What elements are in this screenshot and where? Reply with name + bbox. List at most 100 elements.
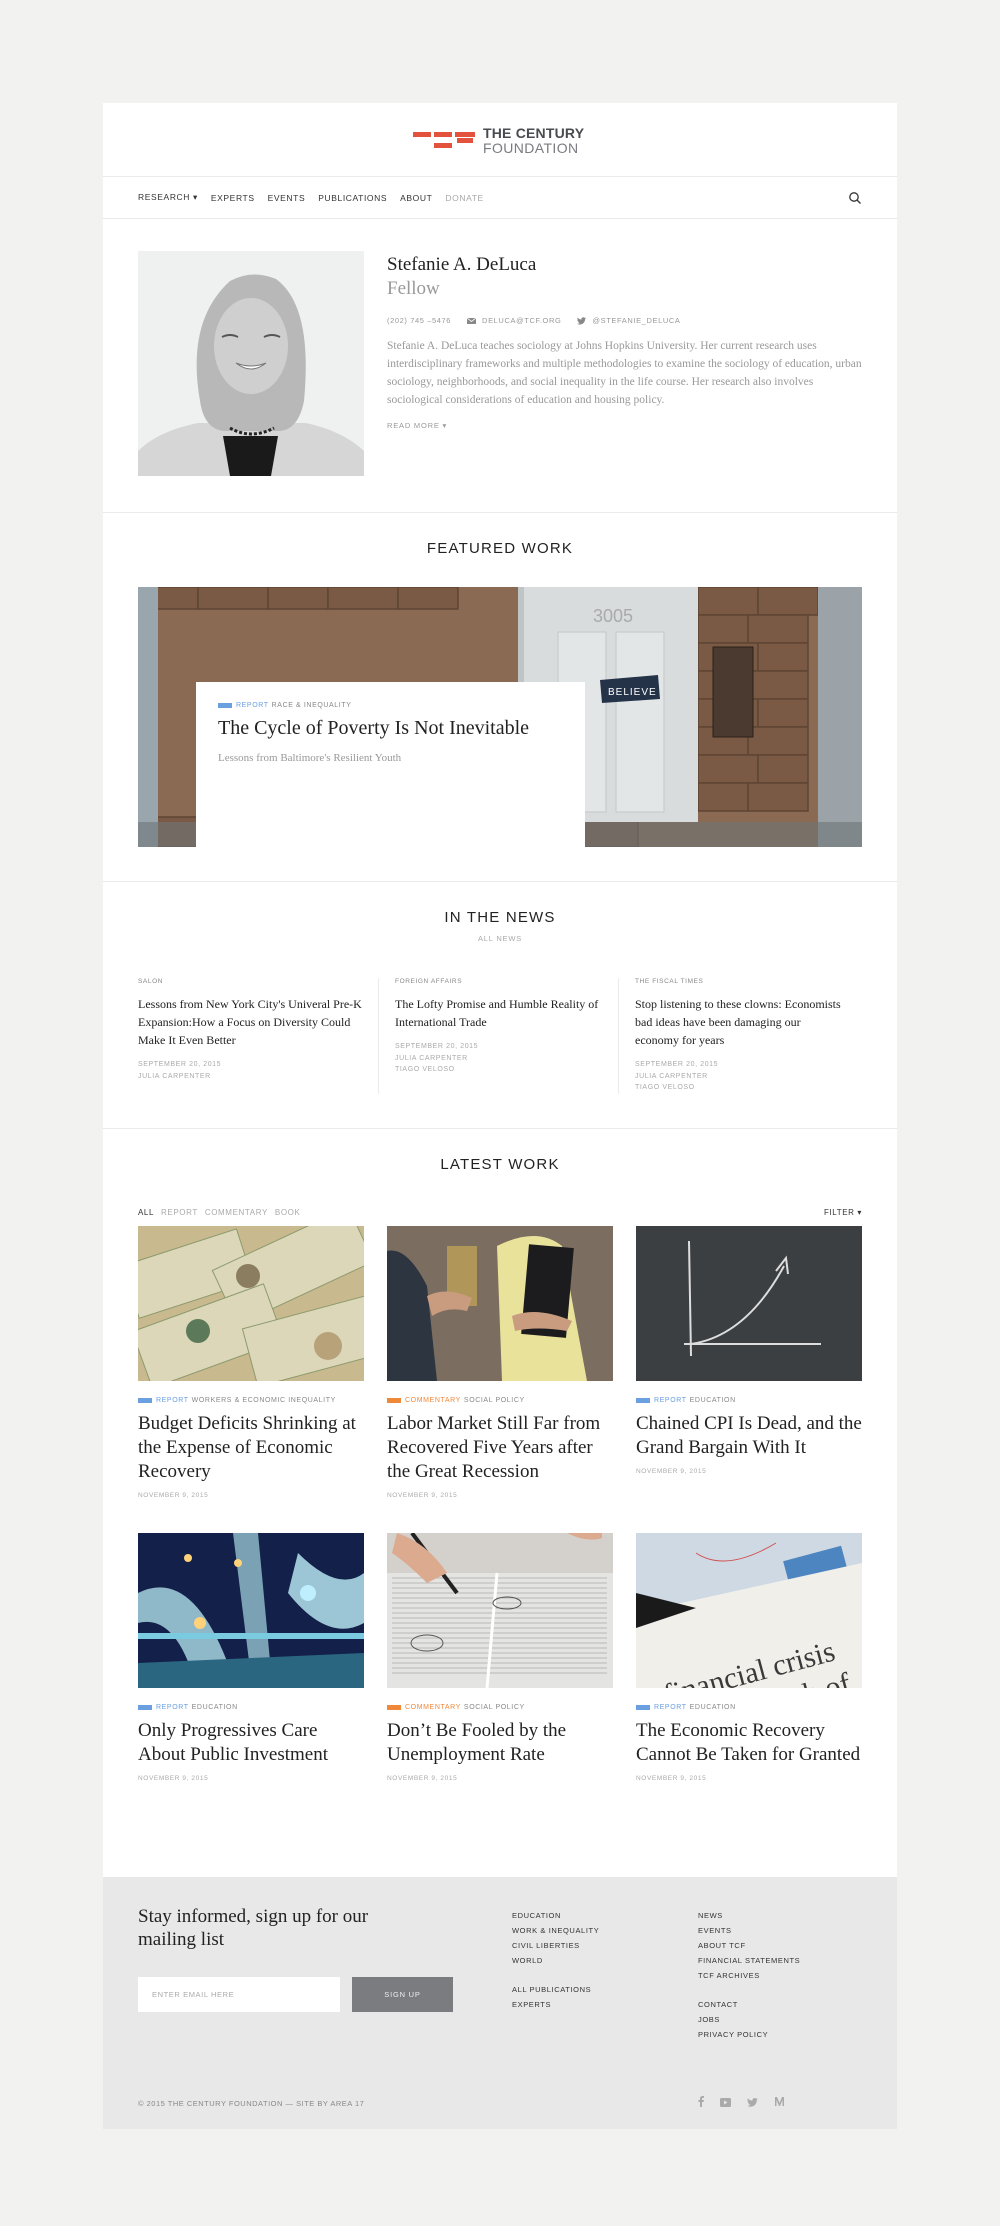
nav-research[interactable]: RESEARCH ▾ xyxy=(138,192,198,203)
footer-link[interactable]: PRIVACY POLICY xyxy=(698,2027,800,2042)
site-footer: Stay informed, sign up for our mailing l… xyxy=(103,1877,897,2129)
card-title[interactable]: Budget Deficits Shrinking at the Expense… xyxy=(138,1412,364,1484)
featured-tagline: REPORT RACE & INEQUALITY xyxy=(218,702,563,709)
news-title[interactable]: The Lofty Promise and Humble Reality of … xyxy=(395,995,602,1031)
nav-about[interactable]: ABOUT xyxy=(400,193,432,203)
search-icon[interactable] xyxy=(848,191,862,205)
card-tagline: REPORT EDUCATION xyxy=(138,1704,364,1711)
card-thumbnail[interactable] xyxy=(387,1533,613,1688)
publication-card[interactable]: financial crisisCrash of REPORTEDUCATION T… xyxy=(636,1533,862,1840)
footer-link[interactable]: WORK & INEQUALITY xyxy=(512,1923,599,1938)
card-thumbnail[interactable] xyxy=(138,1533,364,1688)
news-item[interactable]: THE FISCAL TIMES Stop listening to these… xyxy=(618,978,858,1094)
expert-bio: Stefanie A. DeLuca teaches sociology at … xyxy=(387,340,862,406)
footer-link[interactable]: EXPERTS xyxy=(512,1997,599,2012)
nav-donate[interactable]: DONATE xyxy=(445,193,483,203)
card-tagline: COMMENTARY SOCIAL POLICY xyxy=(387,1397,613,1404)
svg-text:3005: 3005 xyxy=(593,606,633,626)
card-title[interactable]: Chained CPI Is Dead, and the Grand Barga… xyxy=(636,1412,862,1460)
filter-tab-book[interactable]: BOOK xyxy=(275,1208,301,1217)
card-title[interactable]: Only Progressives Care About Public Inve… xyxy=(138,1719,364,1767)
all-news-link[interactable]: ALL NEWS xyxy=(103,934,897,943)
publication-card[interactable]: COMMENTARY SOCIAL POLICY Don’t Be Fooled b… xyxy=(387,1533,613,1840)
content-topic[interactable]: SOCIAL POLICY xyxy=(464,1704,525,1711)
logo-mark-icon xyxy=(413,126,475,156)
facebook-icon[interactable] xyxy=(698,2094,704,2112)
content-topic[interactable]: SOCIAL POLICY xyxy=(464,1397,525,1404)
card-title[interactable]: Labor Market Still Far from Recovered Fi… xyxy=(387,1412,613,1484)
card-thumbnail[interactable] xyxy=(636,1226,862,1381)
expert-name: Stefanie A. DeLuca xyxy=(387,254,537,275)
footer-link[interactable]: ALL PUBLICATIONS xyxy=(512,1982,599,1997)
youtube-icon[interactable] xyxy=(720,2094,731,2112)
footer-link[interactable]: ABOUT TCF xyxy=(698,1938,800,1953)
phone-number[interactable]: (202) 745 –5476 xyxy=(387,316,451,325)
email-link[interactable]: DELUCA@TCF.ORG xyxy=(482,316,561,325)
card-thumbnail[interactable] xyxy=(387,1226,613,1381)
latest-work-grid: REPORT WORKERS & ECONOMIC INEQUALITY Budge… xyxy=(138,1226,862,1840)
news-title[interactable]: Stop listening to these clowns: Economis… xyxy=(635,995,842,1049)
footer-link[interactable]: CONTACT xyxy=(698,1997,800,2012)
nav-events[interactable]: EVENTS xyxy=(268,193,306,203)
footer-link[interactable]: FINANCIAL STATEMENTS xyxy=(698,1953,800,1968)
featured-card[interactable]: REPORT RACE & INEQUALITY The Cycle of Po… xyxy=(196,682,585,847)
type-swatch xyxy=(138,1705,152,1710)
publication-card[interactable]: REPORT EDUCATION Only Progressives Care Ab… xyxy=(138,1533,364,1840)
publication-card[interactable]: REPORT WORKERS & ECONOMIC INEQUALITY Budge… xyxy=(138,1226,364,1533)
twitter-handle[interactable]: @STEFANIE_DELUCA xyxy=(592,316,680,325)
news-author: JULIA CARPENTER xyxy=(395,1054,468,1062)
site-logo[interactable]: THE CENTURY FOUNDATION xyxy=(413,126,584,156)
footer-link[interactable]: WORLD xyxy=(512,1953,599,1968)
publication-card[interactable]: REPORT EDUCATION Chained CPI Is Dead, and … xyxy=(636,1226,862,1533)
filter-dropdown[interactable]: FILTER ▾ xyxy=(824,1208,862,1217)
read-more-button[interactable]: READ MORE ▾ xyxy=(387,421,867,430)
section-title: IN THE NEWS xyxy=(444,909,556,926)
footer-links-research: EDUCATION WORK & INEQUALITY CIVIL LIBERTIE… xyxy=(512,1908,599,2012)
card-tagline: COMMENTARY SOCIAL POLICY xyxy=(387,1704,613,1711)
filter-tab-commentary[interactable]: COMMENTARY xyxy=(205,1208,268,1217)
card-title[interactable]: The Economic Recovery Cannot Be Taken fo… xyxy=(636,1719,862,1767)
news-title[interactable]: Lessons from New York City's Univeral Pr… xyxy=(138,995,362,1049)
news-item[interactable]: FOREIGN AFFAIRS The Lofty Promise and Hu… xyxy=(378,978,618,1094)
twitter-icon[interactable] xyxy=(747,2094,758,2112)
filter-tab-all[interactable]: ALL xyxy=(138,1208,154,1217)
filter-tab-report[interactable]: REPORT xyxy=(161,1208,198,1217)
footer-link[interactable]: NEWS xyxy=(698,1908,800,1923)
news-item[interactable]: SALON Lessons from New York City's Unive… xyxy=(138,978,378,1094)
content-topic[interactable]: WORKERS & ECONOMIC INEQUALITY xyxy=(192,1397,336,1404)
logo-subtitle: FOUNDATION xyxy=(483,140,579,156)
footer-link[interactable]: JOBS xyxy=(698,2012,800,2027)
contact-row: (202) 745 –5476 DELUCA@TCF.ORG @STEFANIE… xyxy=(387,316,867,325)
site-header: THE CENTURY FOUNDATION xyxy=(103,103,897,177)
content-type: REPORT xyxy=(236,702,269,709)
expert-role: Fellow xyxy=(387,278,440,299)
expert-portrait xyxy=(138,251,364,476)
footer-link[interactable]: EVENTS xyxy=(698,1923,800,1938)
content-type: REPORT xyxy=(156,1397,189,1404)
signup-button[interactable]: SIGN UP xyxy=(352,1977,453,2012)
card-thumbnail[interactable]: financial crisisCrash of xyxy=(636,1533,862,1688)
content-topic[interactable]: EDUCATION xyxy=(192,1704,238,1711)
newsletter-email-input[interactable] xyxy=(138,1977,340,2012)
news-source: FOREIGN AFFAIRS xyxy=(395,978,463,985)
footer-link[interactable]: TCF ARCHIVES xyxy=(698,1968,800,1983)
nav-publications[interactable]: PUBLICATIONS xyxy=(318,193,387,203)
content-topic[interactable]: EDUCATION xyxy=(690,1397,736,1404)
copyright: © 2015 THE CENTURY FOUNDATION — SITE BY … xyxy=(138,2099,365,2108)
card-title[interactable]: Don’t Be Fooled by the Unemployment Rate xyxy=(387,1719,613,1767)
type-swatch xyxy=(387,1705,401,1710)
card-thumbnail[interactable] xyxy=(138,1226,364,1381)
featured-image[interactable]: 3005 BELIEVE REPORT RACE & INEQUALITY Th… xyxy=(138,587,862,847)
main-nav: RESEARCH ▾ EXPERTS EVENTS PUBLICATIONS A… xyxy=(103,177,897,219)
social-links xyxy=(698,2094,801,2112)
link-spacer xyxy=(512,1968,599,1982)
featured-headline[interactable]: The Cycle of Poverty Is Not Inevitable xyxy=(218,717,563,740)
publication-card[interactable]: COMMENTARY SOCIAL POLICY Labor Market Stil… xyxy=(387,1226,613,1533)
footer-links-about: NEWS EVENTS ABOUT TCF FINANCIAL STATEMENTS T… xyxy=(698,1908,800,2042)
footer-link[interactable]: EDUCATION xyxy=(512,1908,599,1923)
footer-link[interactable]: CIVIL LIBERTIES xyxy=(512,1938,599,1953)
card-tagline: REPORT EDUCATION xyxy=(636,1704,862,1711)
medium-icon[interactable] xyxy=(774,2094,785,2112)
nav-experts[interactable]: EXPERTS xyxy=(211,193,255,203)
content-topic[interactable]: EDUCATION xyxy=(690,1704,736,1711)
